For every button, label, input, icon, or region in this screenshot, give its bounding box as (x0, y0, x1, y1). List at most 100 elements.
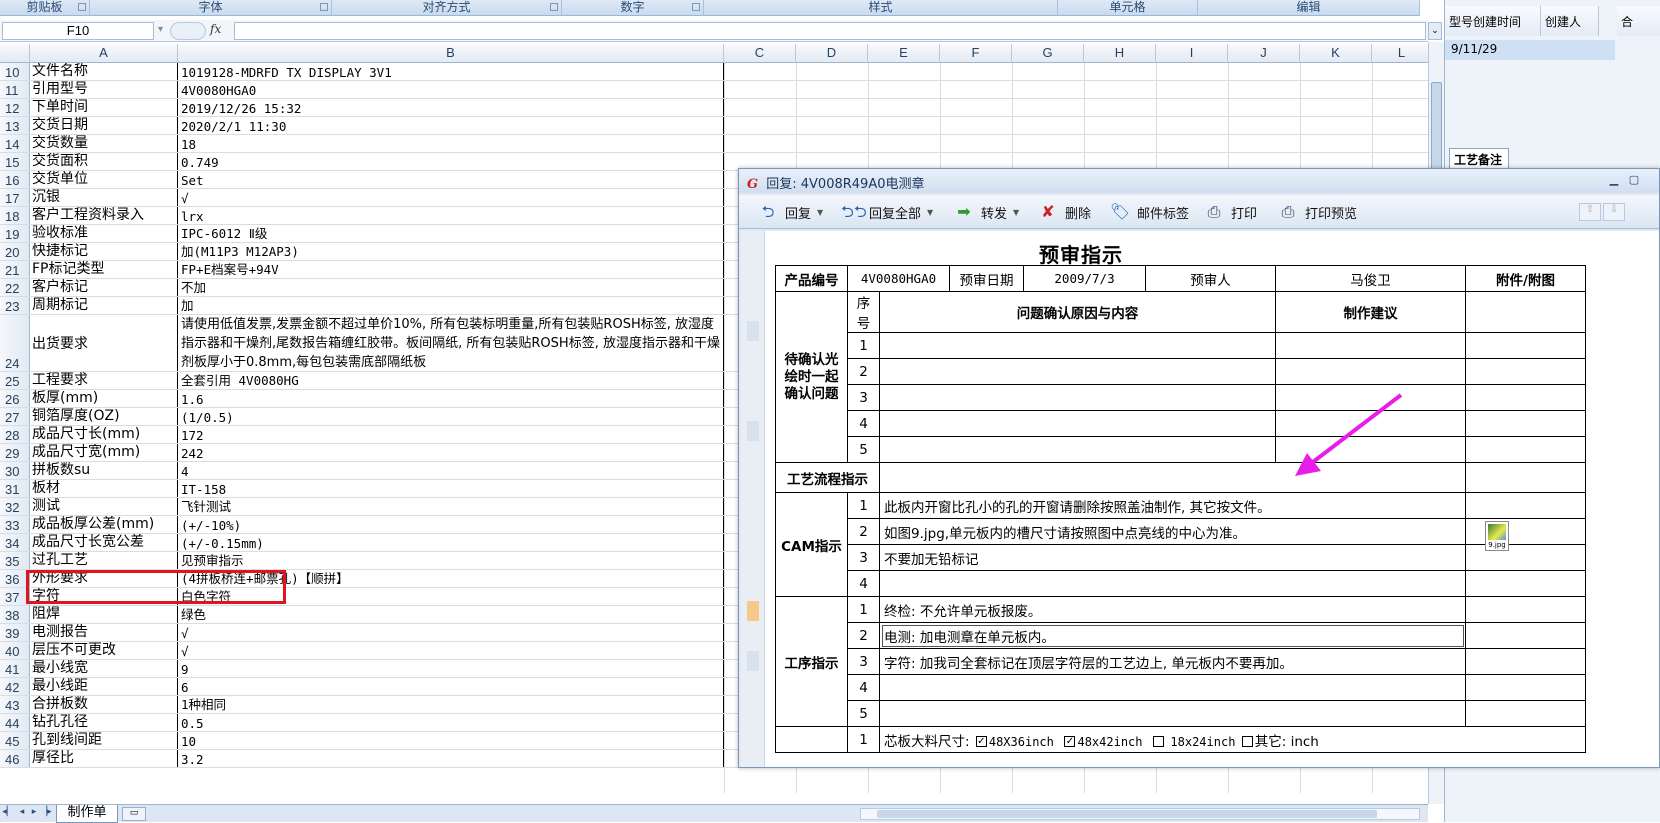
next-sheet-icon[interactable]: ▸ (28, 807, 40, 821)
column-header-created-time[interactable]: 型号创建时间 (1445, 6, 1541, 36)
row-header[interactable]: 15 (0, 153, 30, 170)
cell-b[interactable]: 4 (178, 462, 724, 479)
row-header[interactable]: 18 (0, 207, 30, 224)
row-header[interactable]: 16 (0, 171, 30, 188)
cell-b[interactable]: (+/-0.15mm) (178, 534, 724, 551)
cell-a[interactable]: 成品尺寸长宽公差 (30, 534, 178, 551)
select-all-corner[interactable] (0, 44, 30, 63)
row-header[interactable]: 33 (0, 516, 30, 533)
cell-a[interactable]: 孔到线间距 (30, 732, 178, 749)
row-header[interactable]: 32 (0, 498, 30, 515)
cell-b[interactable]: 242 (178, 444, 724, 461)
column-header-creator[interactable]: 创建人 (1541, 6, 1599, 36)
column-header-l[interactable]: L (1372, 44, 1432, 63)
previous-mail-icon[interactable]: ⇧ (1579, 203, 1601, 221)
name-box-dropdown-icon[interactable]: ▾ (158, 24, 163, 35)
insert-sheet-icon[interactable]: ▭ (122, 807, 146, 821)
scrollbar-thumb[interactable] (877, 810, 1377, 818)
ribbon-group-clipboard[interactable]: 剪贴板 (0, 0, 90, 16)
column-header-e[interactable]: E (868, 44, 940, 63)
cell-a[interactable]: 阻焊 (30, 606, 178, 623)
maximize-icon[interactable]: ▢ (1627, 173, 1641, 187)
cell-b[interactable]: 绿色 (178, 606, 724, 623)
row-header[interactable]: 19 (0, 225, 30, 242)
cell-b[interactable]: 0.749 (178, 153, 724, 170)
row-header[interactable]: 12 (0, 99, 30, 116)
cell-b[interactable]: 不加 (178, 279, 724, 296)
attachment-image-icon[interactable]: 9.jpg (1485, 521, 1509, 551)
cell-b[interactable]: Set (178, 171, 724, 188)
cell-b[interactable]: √ (178, 189, 724, 206)
name-box[interactable]: F10 (2, 22, 154, 40)
ribbon-group-alignment[interactable]: 对齐方式 (332, 0, 562, 16)
chevron-down-icon[interactable]: ▼ (1013, 208, 1019, 217)
row-header[interactable]: 40 (0, 642, 30, 659)
cell-b[interactable]: 全套引用 4V0080HG (178, 372, 724, 389)
window-titlebar[interactable]: G 回复: 4V008R49A0电测章 (739, 169, 1659, 193)
cell-a[interactable]: 下单时间 (30, 99, 178, 116)
formula-bar-splitter[interactable] (170, 22, 206, 40)
cell-b[interactable]: 9 (178, 660, 724, 677)
column-header-c[interactable]: C (724, 44, 796, 63)
chevron-down-icon[interactable]: ▼ (927, 208, 933, 217)
tab-process-remarks[interactable]: 工艺备注 (1449, 148, 1509, 168)
dialog-launcher-icon[interactable] (550, 3, 558, 11)
cell-a[interactable]: 层压不可更改 (30, 642, 178, 659)
row-header[interactable]: 29 (0, 444, 30, 461)
cell-a[interactable]: 周期标记 (30, 297, 178, 314)
row-header[interactable]: 45 (0, 732, 30, 749)
row-header[interactable]: 25 (0, 372, 30, 389)
row-header[interactable]: 44 (0, 714, 30, 731)
cell-b[interactable]: IT-158 (178, 480, 724, 497)
cell-a[interactable]: 交货日期 (30, 117, 178, 134)
print-button[interactable]: ⎙ 打印 (1203, 202, 1257, 222)
row-header[interactable]: 28 (0, 426, 30, 443)
insert-function-icon[interactable]: fx (210, 22, 230, 40)
column-header-h[interactable]: H (1084, 44, 1156, 63)
cell-a[interactable]: 最小线宽 (30, 660, 178, 677)
row-header[interactable]: 39 (0, 624, 30, 641)
row-header[interactable]: 24 (0, 315, 30, 371)
last-sheet-icon[interactable]: ▕▸ (40, 807, 52, 821)
column-header-f[interactable]: F (940, 44, 1012, 63)
cell-a[interactable]: 钻孔孔径 (30, 714, 178, 731)
cell-a[interactable]: 交货单位 (30, 171, 178, 188)
forward-button[interactable]: ➡ 转发 ▼ (953, 202, 1019, 222)
row-header[interactable]: 41 (0, 660, 30, 677)
row-header[interactable]: 14 (0, 135, 30, 152)
cell-b[interactable]: IPC-6012 Ⅱ级 (178, 225, 724, 242)
row-header[interactable]: 11 (0, 81, 30, 98)
ribbon-group-number[interactable]: 数字 (562, 0, 704, 16)
cell-a[interactable]: 交货面积 (30, 153, 178, 170)
cell-b[interactable]: 加(M11P3 M12AP3) (178, 243, 724, 260)
row-header[interactable]: 23 (0, 297, 30, 314)
cell-a[interactable]: 工程要求 (30, 372, 178, 389)
cell-a[interactable]: 客户标记 (30, 279, 178, 296)
reply-all-button[interactable]: ⮌⮌ 回复全部 ▼ (841, 202, 933, 222)
column-header-k[interactable]: K (1300, 44, 1372, 63)
cell-a[interactable]: 成品尺寸长(mm) (30, 426, 178, 443)
mail-body[interactable]: 预审指示 产品编号 4V0080HGA0 预审日期 2009/7/3 预审人 马… (741, 231, 1659, 767)
formula-bar-expand-button[interactable]: ⌄ (1428, 22, 1442, 40)
cell-b[interactable]: FP+E档案号+94V (178, 261, 724, 278)
cell-b[interactable]: (1/0.5) (178, 408, 724, 425)
ribbon-group-editing[interactable]: 编辑 (1198, 0, 1420, 16)
cell-a[interactable]: 铜箔厚度(OZ) (30, 408, 178, 425)
column-header-j[interactable]: J (1228, 44, 1300, 63)
scrollbar-thumb[interactable] (1431, 82, 1442, 182)
cell-b[interactable]: 1种相同 (178, 696, 724, 713)
cell-b[interactable]: 0.5 (178, 714, 724, 731)
cell-a[interactable]: 板材 (30, 480, 178, 497)
cell-b[interactable]: (+/-10%) (178, 516, 724, 533)
cell-a[interactable]: 成品尺寸宽(mm) (30, 444, 178, 461)
cell-b[interactable]: 18 (178, 135, 724, 152)
cell-b[interactable]: 请使用低值发票,发票金额不超过单价10%, 所有包装标明重量,所有包装贴ROSH… (178, 315, 724, 371)
cell-a[interactable]: 沉银 (30, 189, 178, 206)
cell-a[interactable]: 文件名称 (30, 63, 178, 80)
row-header[interactable]: 27 (0, 408, 30, 425)
cell-b[interactable]: 飞针测试 (178, 498, 724, 515)
minimize-icon[interactable]: ▁ (1607, 173, 1621, 187)
row-header[interactable]: 38 (0, 606, 30, 623)
dialog-launcher-icon[interactable] (692, 3, 700, 11)
row-header[interactable]: 13 (0, 117, 30, 134)
